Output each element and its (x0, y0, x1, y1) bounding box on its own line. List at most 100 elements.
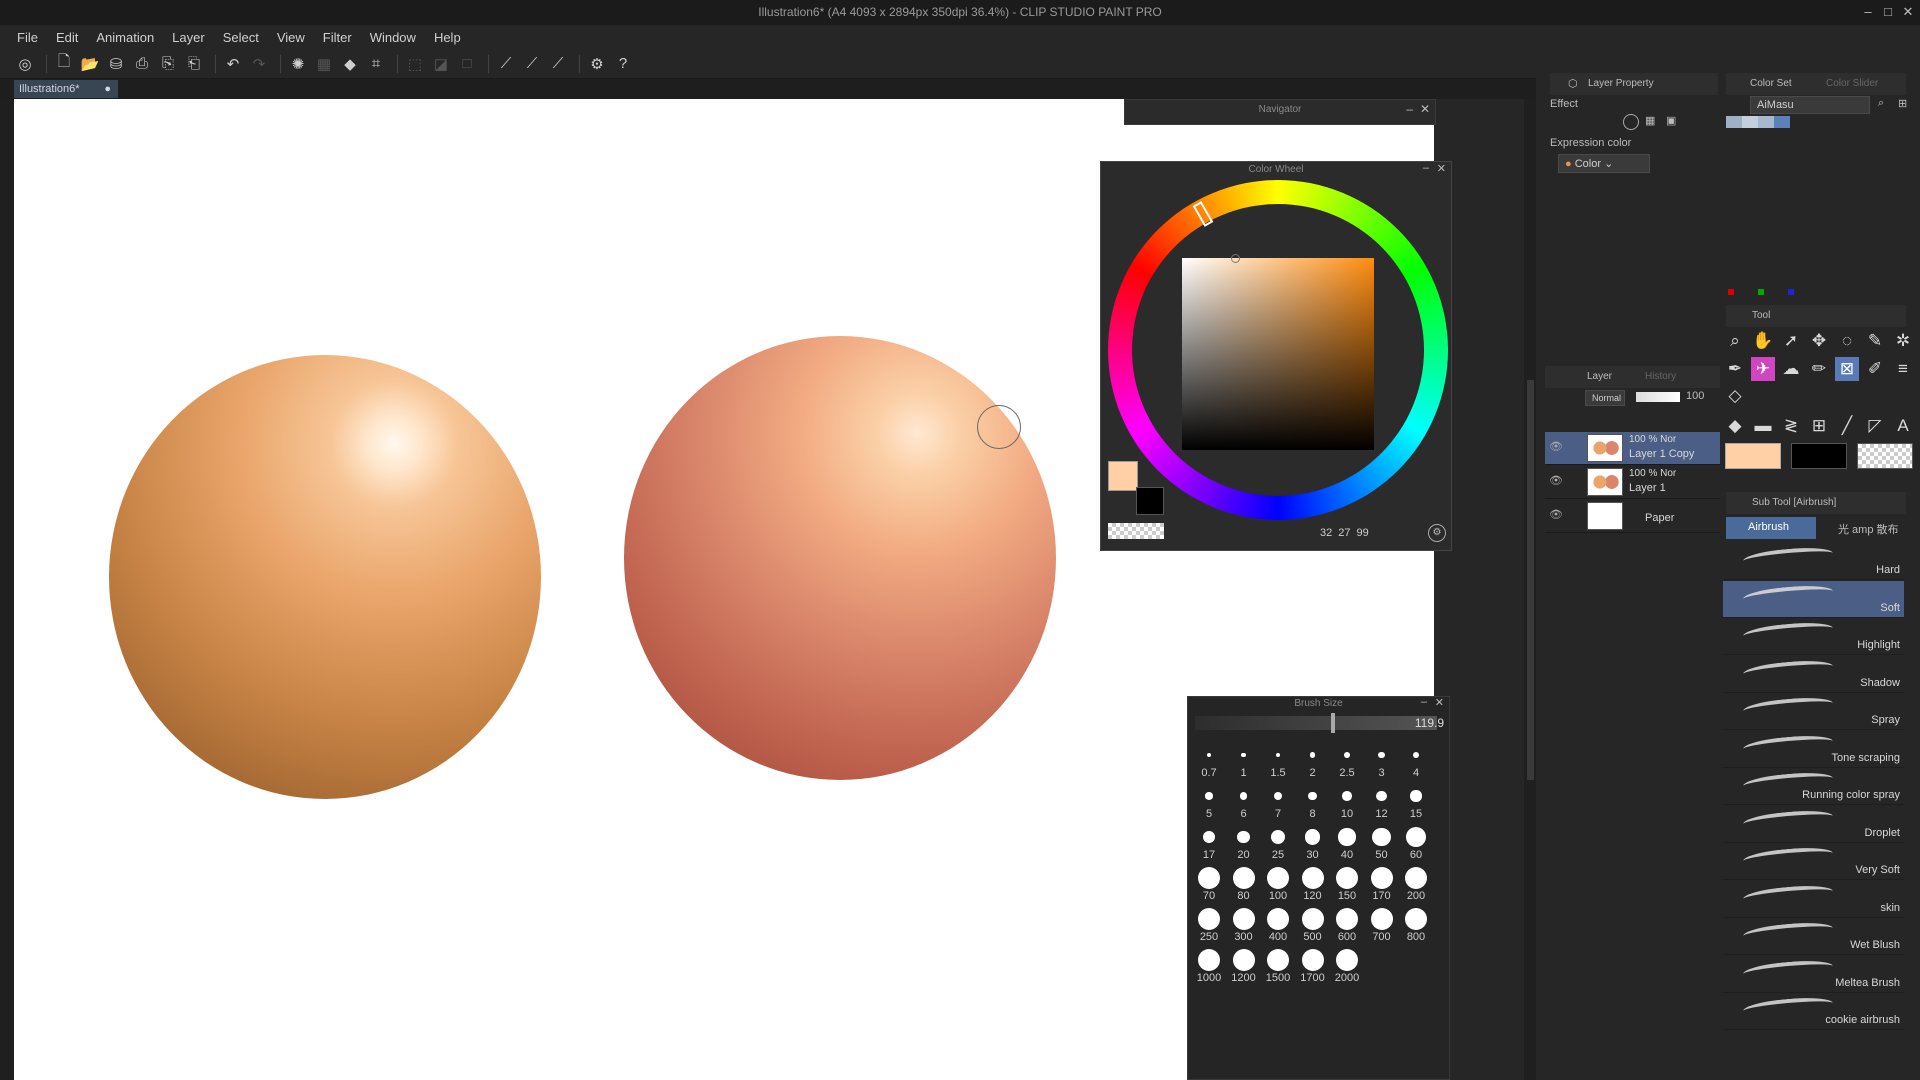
figure-icon[interactable]: ≷ (1779, 414, 1803, 438)
sub-tool-item[interactable]: Very Soft (1723, 843, 1904, 880)
document-tab[interactable]: Illustration6* ● (14, 80, 118, 98)
layer-row[interactable]: 👁 100 % Nor Layer 1 (1545, 466, 1720, 499)
brush-size-preset[interactable]: 300 (1227, 908, 1261, 948)
brush-size-preset[interactable]: 1500 (1261, 949, 1295, 989)
sub-tool-item[interactable]: Running color spray (1723, 768, 1904, 805)
main-color-swatch[interactable] (1108, 461, 1138, 491)
new-file-icon[interactable]: 🗋 (53, 53, 75, 75)
menu-layer[interactable]: Layer (172, 30, 205, 45)
transparent-color-swatch[interactable] (1108, 523, 1164, 539)
tab-layer[interactable]: Layer (1587, 371, 1612, 382)
close-icon[interactable]: ✕ (1435, 696, 1444, 709)
clear-outside-icon[interactable]: ▦ (313, 53, 335, 75)
brush-size-preset[interactable]: 2000 (1330, 949, 1364, 989)
brush-size-preset[interactable]: 6 (1227, 785, 1261, 825)
menu-animation[interactable]: Animation (96, 30, 154, 45)
brush-size-preset[interactable]: 2 (1296, 744, 1330, 784)
tab-color-slider[interactable]: Color Slider (1826, 78, 1878, 89)
opacity-slider[interactable] (1636, 392, 1680, 402)
zoom-icon[interactable]: ⌕ (1723, 329, 1747, 353)
brush-size-preset[interactable]: 250 (1192, 908, 1226, 948)
effect-layer-color-icon[interactable]: ▣ (1666, 114, 1676, 127)
minimize-icon[interactable]: – (1423, 162, 1429, 174)
eraser-icon[interactable]: ◇ (1723, 384, 1747, 408)
tab-color-set[interactable]: Color Set (1750, 78, 1792, 89)
menu-window[interactable]: Window (370, 30, 416, 45)
brush-size-slider-thumb[interactable] (1331, 713, 1335, 733)
sub-tool-item[interactable]: skin (1723, 881, 1904, 918)
brush-size-preset[interactable]: 0.7 (1192, 744, 1226, 784)
redo-icon[interactable]: ↷ (248, 53, 270, 75)
brush-size-preset[interactable]: 120 (1296, 867, 1330, 907)
color-set-settings-icon[interactable]: ⊞ (1898, 97, 1907, 110)
scrollbar[interactable] (1527, 380, 1534, 780)
airbrush-icon[interactable]: ✈ (1751, 357, 1775, 381)
brush-size-preset[interactable]: 60 (1399, 826, 1433, 866)
transparent-color-chip[interactable] (1857, 443, 1913, 469)
tab-history[interactable]: History (1645, 371, 1676, 382)
minimize-icon[interactable]: – (1406, 102, 1413, 116)
brush-size-preset[interactable]: 70 (1192, 867, 1226, 907)
brush-size-preset[interactable]: 30 (1296, 826, 1330, 866)
brush-size-preset[interactable]: 1700 (1296, 949, 1330, 989)
assets-icon[interactable]: ⚙ (586, 53, 608, 75)
tab-tool[interactable]: Tool (1752, 310, 1770, 321)
visibility-eye-icon[interactable]: 👁 (1549, 474, 1563, 488)
brush-size-preset[interactable]: 100 (1261, 867, 1295, 907)
blend-mode-dropdown[interactable]: Normal (1585, 390, 1625, 406)
fill-tool-icon[interactable]: ◆ (1723, 414, 1747, 438)
brush-size-preset[interactable]: 8 (1296, 785, 1330, 825)
brush-size-preset[interactable]: 200 (1399, 867, 1433, 907)
menu-icon[interactable]: ≡ (1891, 357, 1915, 381)
tab-layer-property[interactable]: Layer Property (1588, 78, 1654, 89)
brush-size-value[interactable]: 119.9 (1360, 716, 1444, 732)
snap-special-ruler-icon[interactable]: ⟋ (521, 53, 543, 75)
sub-tool-item[interactable]: cookie airbrush (1723, 993, 1904, 1030)
brush-size-preset[interactable]: 800 (1399, 908, 1433, 948)
sv-cursor[interactable] (1231, 254, 1240, 263)
menu-help[interactable]: Help (434, 30, 461, 45)
wheel-settings-icon[interactable]: ⚙ (1428, 524, 1446, 542)
visibility-eye-icon[interactable]: 👁 (1549, 440, 1563, 454)
group-airbrush-tab[interactable]: Airbrush (1726, 517, 1816, 539)
color-set-search-icon[interactable]: ⌕ (1878, 97, 1884, 110)
operation-icon[interactable]: ➚ (1779, 329, 1803, 353)
opacity-value[interactable]: 100 (1686, 390, 1704, 402)
invert-selection-icon[interactable]: ◪ (430, 53, 452, 75)
brush-size-preset[interactable]: 7 (1261, 785, 1295, 825)
brush-size-preset[interactable]: 5 (1192, 785, 1226, 825)
fill-icon[interactable]: ◆ (339, 53, 361, 75)
blend-icon[interactable]: ✐ (1863, 357, 1887, 381)
export-web-icon[interactable]: ⎘ (157, 53, 179, 75)
expression-color-dropdown[interactable]: ● Color ⌄ (1558, 154, 1650, 173)
sub-tool-item[interactable]: Tone scraping (1723, 731, 1904, 768)
move-icon[interactable]: ✥ (1807, 329, 1831, 353)
maximize-icon[interactable]: □ (1878, 0, 1898, 25)
saturation-value-square[interactable] (1182, 258, 1374, 450)
close-icon[interactable]: ✕ (1420, 102, 1430, 116)
brush-size-preset[interactable]: 700 (1365, 908, 1399, 948)
sub-color-chip[interactable] (1791, 443, 1847, 469)
brush-size-preset[interactable]: 2.5 (1330, 744, 1364, 784)
ruler-icon[interactable]: ╱ (1835, 414, 1859, 438)
brush-icon[interactable]: ☁ (1779, 357, 1803, 381)
effect-tone-icon[interactable]: ▦ (1645, 114, 1655, 127)
effect-border-icon[interactable] (1623, 114, 1639, 130)
snap-grid-icon[interactable]: ⟋ (547, 53, 569, 75)
brush-size-preset[interactable]: 170 (1365, 867, 1399, 907)
color-set-swatches[interactable] (1726, 116, 1790, 128)
brush-size-preset[interactable]: 1200 (1227, 949, 1261, 989)
brush-size-preset[interactable]: 3 (1365, 744, 1399, 784)
main-color-chip[interactable] (1725, 443, 1781, 469)
brush-size-preset[interactable]: 80 (1227, 867, 1261, 907)
show-selection-icon[interactable]: □ (456, 53, 478, 75)
brush-size-preset[interactable]: 4 (1399, 744, 1433, 784)
brush-size-preset[interactable]: 1.5 (1261, 744, 1295, 784)
sub-tool-item[interactable]: Spray (1723, 693, 1904, 730)
menu-file[interactable]: File (17, 30, 38, 45)
brush-size-preset[interactable]: 40 (1330, 826, 1364, 866)
brush-size-preset[interactable]: 10 (1330, 785, 1364, 825)
sub-tool-item[interactable]: Droplet (1723, 806, 1904, 843)
pen-icon[interactable]: ✒ (1723, 357, 1747, 381)
gradient-icon[interactable]: ▬ (1751, 414, 1775, 438)
